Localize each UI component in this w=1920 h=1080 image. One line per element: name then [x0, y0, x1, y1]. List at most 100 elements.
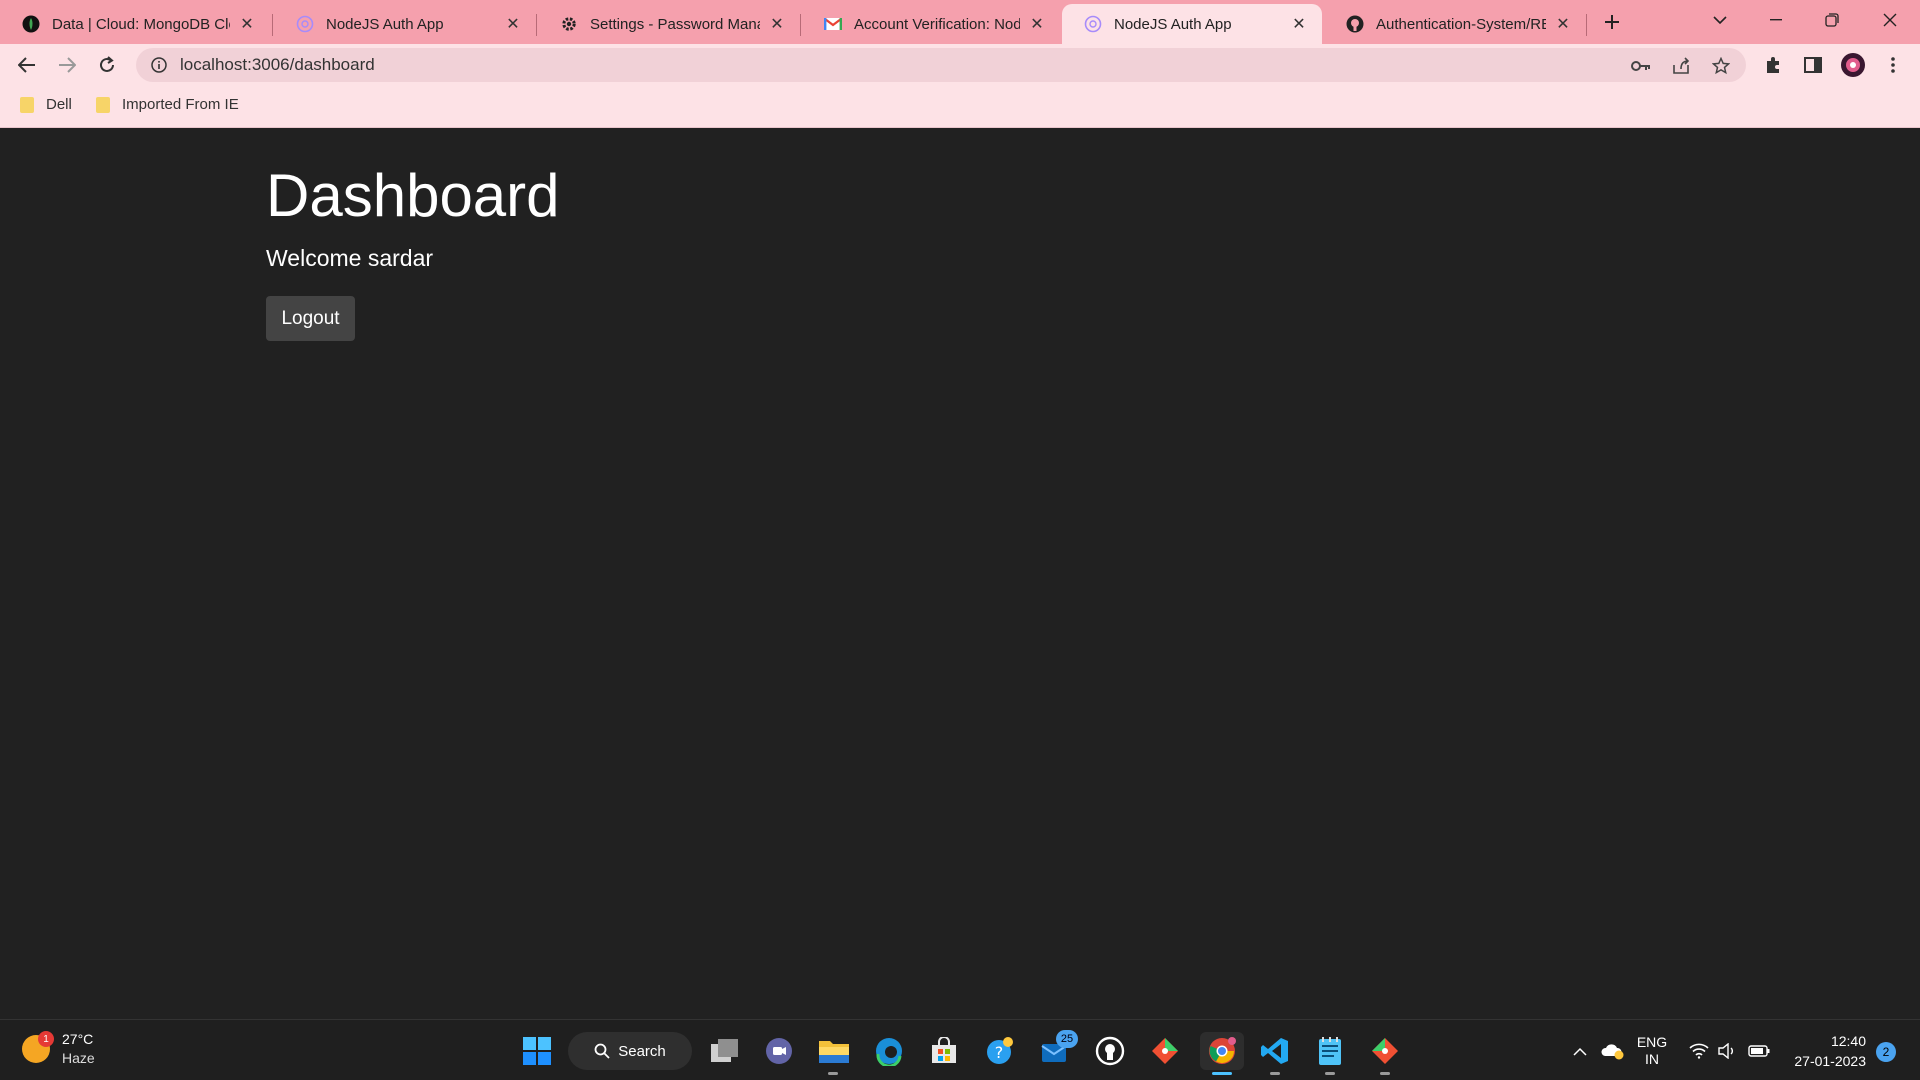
gmail-icon: [824, 15, 842, 33]
minimize-icon: [1770, 19, 1782, 21]
bookmark-dell[interactable]: Dell: [20, 96, 72, 113]
app-globe-icon: [1084, 15, 1102, 33]
chrome-browser-icon[interactable]: [1200, 1032, 1244, 1070]
settings-gear-icon: [560, 15, 578, 33]
taskbar-search[interactable]: Search: [568, 1032, 692, 1070]
close-tab-icon[interactable]: ✕: [238, 15, 256, 33]
close-tab-icon[interactable]: ✕: [1290, 15, 1308, 33]
teams-chat-icon[interactable]: [760, 1032, 798, 1070]
tab-nodejs-auth-1[interactable]: NodeJS Auth App ✕: [274, 4, 536, 44]
close-tab-icon[interactable]: ✕: [1554, 15, 1572, 33]
close-window-button[interactable]: [1862, 0, 1918, 40]
reload-icon: [100, 56, 114, 72]
tab-nodejs-auth-active[interactable]: NodeJS Auth App ✕: [1062, 4, 1322, 44]
task-view-icon[interactable]: [706, 1032, 744, 1070]
bookmark-label: Imported From IE: [122, 96, 239, 113]
file-explorer-icon[interactable]: [815, 1032, 853, 1070]
close-tab-icon[interactable]: ✕: [768, 15, 786, 33]
extensions-button[interactable]: [1760, 52, 1786, 78]
restore-button[interactable]: [1804, 0, 1860, 40]
profile-avatar[interactable]: [1840, 52, 1866, 78]
plus-icon: [1605, 15, 1619, 29]
arrow-right-icon: [59, 57, 76, 73]
battery-icon[interactable]: [1745, 1032, 1773, 1070]
tab-title: Data | Cloud: MongoDB Clo: [52, 15, 230, 33]
tab-account-verification[interactable]: Account Verification: NodeJ ✕: [802, 4, 1060, 44]
tab-github-readme[interactable]: Authentication-System/REA ✕: [1324, 4, 1586, 44]
bookmark-star-icon[interactable]: [1710, 55, 1732, 77]
tab-search-button[interactable]: [1692, 0, 1748, 40]
windows-start-icon: [523, 1037, 551, 1065]
running-indicator: [828, 1072, 838, 1075]
tab-mongodb[interactable]: Data | Cloud: MongoDB Clo ✕: [0, 4, 270, 44]
show-hidden-icons-button[interactable]: [1568, 1032, 1592, 1070]
logout-button[interactable]: Logout: [266, 296, 355, 341]
running-indicator: [1325, 1072, 1335, 1075]
minimize-button[interactable]: [1748, 0, 1804, 40]
bookmark-imported-from-ie[interactable]: Imported From IE: [96, 96, 239, 113]
weather-temperature: 27°C: [62, 1031, 94, 1047]
git-app-icon[interactable]: [1146, 1032, 1184, 1070]
search-icon: [594, 1043, 610, 1059]
arrow-left-icon: [18, 57, 35, 73]
back-button[interactable]: [12, 50, 42, 80]
language-code: ENG: [1636, 1034, 1668, 1050]
bookmarks-bar: Dell Imported From IE: [0, 86, 1920, 128]
wifi-icon[interactable]: [1686, 1032, 1712, 1070]
tab-title: NodeJS Auth App: [326, 15, 444, 33]
key-icon[interactable]: [1630, 55, 1652, 77]
vscode-icon[interactable]: [1256, 1032, 1294, 1070]
folder-icon: [96, 96, 110, 113]
weather-alert-badge: 1: [38, 1031, 54, 1047]
notification-badge[interactable]: 2: [1876, 1042, 1896, 1062]
tab-divider: [272, 14, 273, 36]
page-title: Dashboard: [266, 162, 560, 229]
github-desktop-icon[interactable]: [1091, 1032, 1129, 1070]
mail-app-icon[interactable]: 25: [1036, 1030, 1078, 1070]
search-label: Search: [618, 1042, 666, 1060]
address-bar[interactable]: localhost:3006/dashboard: [136, 48, 1746, 82]
input-language-indicator[interactable]: ENG IN: [1632, 1032, 1672, 1070]
forward-button[interactable]: [52, 50, 82, 80]
svg-text:?: ?: [995, 1043, 1004, 1062]
avatar-icon: [1841, 53, 1865, 77]
onedrive-icon[interactable]: [1598, 1032, 1626, 1070]
reload-button[interactable]: [92, 50, 122, 80]
volume-icon[interactable]: [1714, 1032, 1740, 1070]
get-help-icon[interactable]: ?: [981, 1032, 1019, 1070]
tab-password-settings[interactable]: Settings - Password Manage ✕: [538, 4, 800, 44]
system-clock[interactable]: 12:40 27-01-2023: [1790, 1031, 1866, 1071]
new-tab-button[interactable]: [1598, 8, 1626, 36]
site-info-icon[interactable]: [150, 56, 168, 74]
tab-title: Account Verification: NodeJ: [854, 15, 1020, 33]
git-gui-icon[interactable]: [1366, 1032, 1404, 1070]
mail-badge: 25: [1056, 1030, 1078, 1048]
running-indicator: [1380, 1072, 1390, 1075]
clock-time: 12:40: [1830, 1033, 1866, 1049]
notepad-icon[interactable]: [1311, 1032, 1349, 1070]
close-tab-icon[interactable]: ✕: [1028, 15, 1046, 33]
share-icon[interactable]: [1670, 55, 1692, 77]
menu-button[interactable]: [1880, 52, 1906, 78]
url-text[interactable]: localhost:3006/dashboard: [180, 55, 375, 75]
tab-title: Settings - Password Manage: [590, 15, 760, 33]
microsoft-store-icon[interactable]: [925, 1032, 963, 1070]
mongodb-leaf-icon: [22, 15, 40, 33]
restore-icon: [1825, 13, 1839, 27]
tab-title: Authentication-System/REA: [1376, 15, 1546, 33]
start-button[interactable]: [518, 1032, 556, 1070]
weather-widget[interactable]: 1 27°C Haze: [22, 1030, 95, 1068]
side-panel-button[interactable]: [1800, 52, 1826, 78]
weather-haze-icon: 1: [22, 1031, 54, 1063]
page-content: Dashboard Welcome sardar Logout: [0, 129, 1920, 1019]
close-tab-icon[interactable]: ✕: [504, 15, 522, 33]
chevron-up-icon: [1573, 1047, 1587, 1056]
edge-browser-icon[interactable]: [870, 1032, 908, 1070]
close-icon: [1883, 13, 1897, 27]
bookmark-label: Dell: [46, 96, 72, 113]
region-code: IN: [1645, 1051, 1659, 1067]
chevron-down-icon: [1713, 16, 1727, 25]
tab-divider: [800, 14, 801, 36]
tab-title: NodeJS Auth App: [1114, 15, 1232, 33]
weather-condition: Haze: [62, 1050, 95, 1066]
